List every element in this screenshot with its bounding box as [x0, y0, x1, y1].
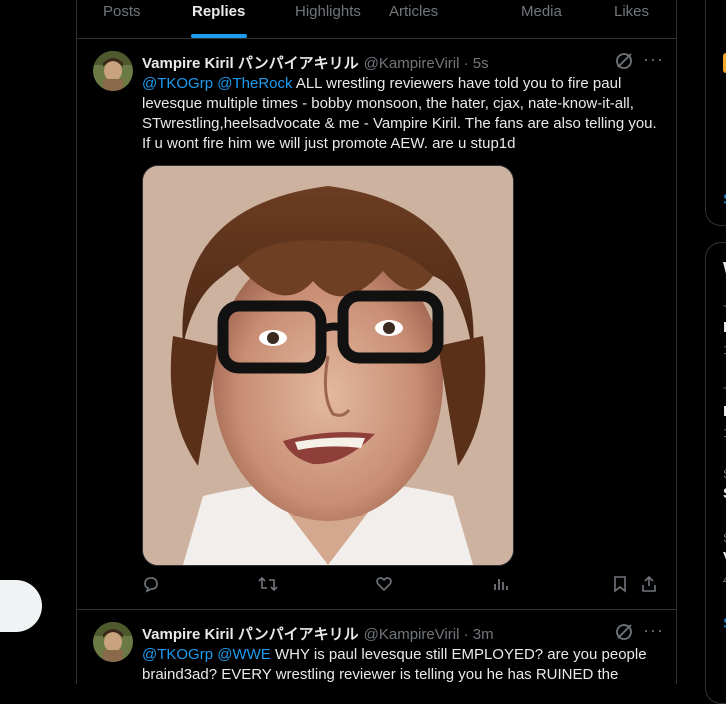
tweet-text: @TKOGrp @WWE WHY is paul levesque still … [142, 645, 662, 684]
tweet[interactable]: Vampire Kiril パンパイアキリル @KampireViril · 5s… [77, 39, 676, 610]
profile-tab-bar: Posts Replies Highlights Articles Media … [77, 0, 676, 39]
tab-media[interactable]: Media [521, 3, 562, 20]
more-icon[interactable]: ··· [643, 620, 664, 641]
user-handle[interactable]: @KampireViril [364, 55, 460, 72]
separator-dot: · [463, 626, 469, 643]
share-icon[interactable] [640, 575, 660, 595]
bookmark-icon[interactable] [611, 575, 631, 595]
tweet-image[interactable] [142, 165, 514, 566]
tab-highlights[interactable]: Highlights [295, 3, 361, 20]
user-name[interactable]: Vampire Kiril パンパイアキリル [142, 626, 359, 643]
retweet-icon[interactable] [258, 575, 278, 595]
active-tab-indicator [191, 34, 247, 38]
views-icon[interactable] [492, 575, 512, 595]
sidebar-trends-card: W T I 1 T I 1 S S S V 4 S [705, 242, 726, 704]
grok-icon[interactable] [615, 623, 633, 641]
tweet-text: @TKOGrp @TheRock ALL wrestling reviewers… [142, 74, 662, 154]
reply-icon[interactable] [142, 575, 162, 595]
avatar[interactable] [93, 622, 133, 662]
compose-pill-button[interactable] [0, 580, 42, 632]
tweet-header: Vampire Kiril パンパイアキリル @KampireViril · 5s [142, 52, 662, 72]
mention-link[interactable]: @WWE [217, 646, 271, 663]
timeline-column: Posts Replies Highlights Articles Media … [76, 0, 677, 684]
mention-link[interactable]: @TKOGrp [142, 75, 213, 92]
user-handle[interactable]: @KampireViril [364, 626, 460, 643]
mention-link[interactable]: @TheRock [217, 75, 292, 92]
tweet[interactable]: Vampire Kiril パンパイアキリル @KampireViril · 3m… [77, 610, 676, 684]
tab-posts[interactable]: Posts [103, 3, 141, 20]
tab-likes[interactable]: Likes [614, 3, 649, 20]
tweet-time[interactable]: 3m [473, 626, 494, 643]
tab-replies[interactable]: Replies [192, 3, 245, 20]
user-name[interactable]: Vampire Kiril パンパイアキリル [142, 55, 359, 72]
separator-dot: · [463, 55, 469, 72]
grok-icon[interactable] [615, 52, 633, 70]
tweet-actions [142, 575, 662, 597]
tweet-time[interactable]: 5s [473, 55, 489, 72]
mention-link[interactable]: @TKOGrp [142, 646, 213, 663]
more-icon[interactable]: ··· [643, 49, 664, 70]
sidebar-card: S [705, 0, 726, 226]
tab-articles[interactable]: Articles [389, 3, 438, 20]
tweet-header: Vampire Kiril パンパイアキリル @KampireViril · 3m [142, 623, 662, 643]
avatar[interactable] [93, 51, 133, 91]
like-icon[interactable] [375, 575, 395, 595]
